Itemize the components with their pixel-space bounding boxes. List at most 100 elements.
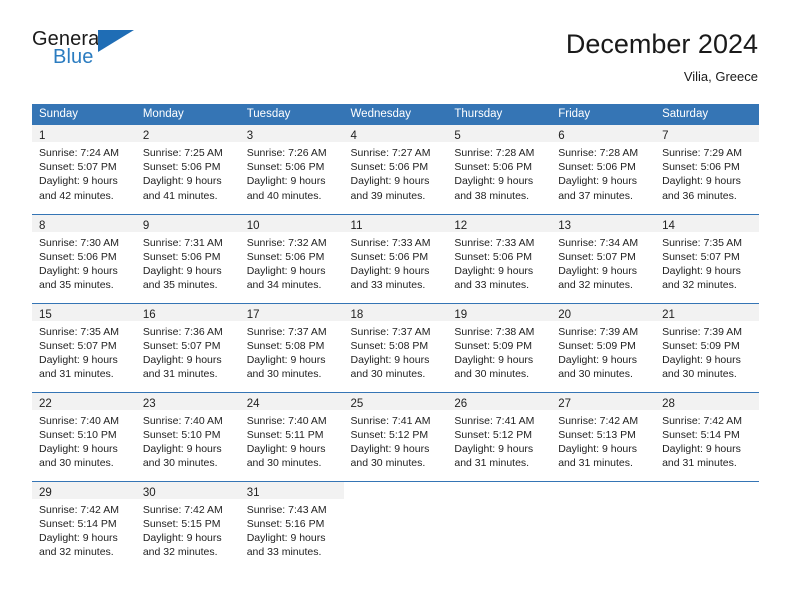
- daylight-text-line1: Daylight: 9 hours: [350, 175, 430, 188]
- day-cell[interactable]: 23 Sunrise: 7:40 AM Sunset: 5:10 PM Dayligh…: [135, 391, 240, 481]
- daylight-text-line2: and 34 minutes.: [246, 279, 322, 292]
- daylight-text-line2: and 30 minutes.: [350, 457, 426, 470]
- daylight-text-line1: Daylight: 9 hours: [246, 531, 326, 544]
- sunset-text: Sunset: 5:07 PM: [39, 161, 117, 174]
- day-number: 8: [39, 219, 46, 232]
- sunset-text: Sunset: 5:11 PM: [246, 428, 324, 441]
- sunrise-text: Sunrise: 7:34 AM: [558, 236, 639, 249]
- day-cell[interactable]: 12 Sunrise: 7:33 AM Sunset: 5:06 PM Dayligh…: [447, 213, 552, 303]
- day-cell[interactable]: 3 Sunrise: 7:26 AM Sunset: 5:06 PM Daylight…: [239, 125, 344, 214]
- day-cell[interactable]: 11 Sunrise: 7:33 AM Sunset: 5:06 PM Dayligh…: [343, 213, 448, 303]
- day-cell[interactable]: 18 Sunrise: 7:37 AM Sunset: 5:08 PM Dayligh…: [343, 302, 448, 392]
- daylight-text-line2: and 31 minutes.: [454, 457, 530, 470]
- sunset-text: Sunset: 5:07 PM: [558, 250, 636, 263]
- daylight-text-line2: and 42 minutes.: [39, 189, 114, 202]
- day-cell[interactable]: 8 Sunrise: 7:30 AM Sunset: 5:06 PM Daylight…: [32, 213, 136, 303]
- day-number: 30: [142, 486, 156, 499]
- daylight-text-line1: Daylight: 9 hours: [558, 264, 638, 277]
- daylight-text-line1: Daylight: 9 hours: [558, 175, 638, 188]
- daylight-text-line1: Daylight: 9 hours: [454, 442, 534, 455]
- week-row: 22 Sunrise: 7:40 AM Sunset: 5:10 PM Dayligh…: [32, 391, 759, 481]
- day-number: 6: [558, 130, 565, 142]
- day-cell[interactable]: 25 Sunrise: 7:41 AM Sunset: 5:12 PM Dayligh…: [343, 391, 448, 481]
- day-cell[interactable]: 16 Sunrise: 7:36 AM Sunset: 5:07 PM Dayligh…: [135, 302, 240, 392]
- day-cell[interactable]: 2 Sunrise: 7:25 AM Sunset: 5:06 PM Daylight…: [135, 125, 240, 214]
- sunrise-text: Sunrise: 7:24 AM: [39, 147, 119, 159]
- day-number: 21: [662, 308, 675, 321]
- daylight-text-line2: and 32 minutes.: [39, 546, 114, 559]
- sunset-text: Sunset: 5:12 PM: [454, 428, 533, 441]
- week-row: 29 Sunrise: 7:42 AM Sunset: 5:14 PM Dayligh…: [32, 480, 759, 570]
- daylight-text-line1: Daylight: 9 hours: [142, 353, 222, 366]
- daylight-text-line2: and 35 minutes.: [142, 279, 218, 292]
- calendar-body: 1 Sunrise: 7:24 AM Sunset: 5:07 PM Daylight…: [32, 125, 759, 570]
- day-cell[interactable]: 9 Sunrise: 7:31 AM Sunset: 5:06 PM Daylight…: [135, 213, 240, 303]
- day-cell[interactable]: 19 Sunrise: 7:38 AM Sunset: 5:09 PM Dayligh…: [447, 302, 552, 392]
- day-cell[interactable]: 31 Sunrise: 7:43 AM Sunset: 5:16 PM Dayligh…: [239, 480, 344, 570]
- day-cell[interactable]: 30 Sunrise: 7:42 AM Sunset: 5:15 PM Dayligh…: [135, 480, 240, 570]
- day-cell[interactable]: 4 Sunrise: 7:27 AM Sunset: 5:06 PM Daylight…: [343, 125, 448, 214]
- page-header: General Blue December 2024 Vilia, Greece: [0, 0, 792, 84]
- daylight-text-line1: Daylight: 9 hours: [39, 353, 118, 366]
- daylight-text-line2: and 33 minutes.: [454, 279, 530, 292]
- sunrise-text: Sunrise: 7:27 AM: [350, 147, 431, 159]
- day-cell[interactable]: 22 Sunrise: 7:40 AM Sunset: 5:10 PM Dayligh…: [32, 391, 136, 481]
- calendar-page: General Blue December 2024 Vilia, Greece…: [0, 0, 792, 612]
- day-cell-empty: [447, 480, 552, 570]
- day-cell[interactable]: 29 Sunrise: 7:42 AM Sunset: 5:14 PM Dayligh…: [32, 480, 136, 570]
- day-cell[interactable]: 21 Sunrise: 7:39 AM Sunset: 5:09 PM Dayligh…: [655, 302, 759, 392]
- day-number: 9: [142, 219, 150, 232]
- day-number: 7: [662, 130, 669, 142]
- daylight-text-line2: and 32 minutes.: [558, 279, 633, 292]
- daylight-text-line1: Daylight: 9 hours: [558, 442, 638, 455]
- day-number: 4: [350, 130, 357, 142]
- day-cell[interactable]: 14 Sunrise: 7:35 AM Sunset: 5:07 PM Dayligh…: [655, 213, 759, 303]
- daylight-text-line1: Daylight: 9 hours: [246, 175, 326, 188]
- daylight-text-line1: Daylight: 9 hours: [142, 442, 222, 455]
- daylight-text-line1: Daylight: 9 hours: [662, 175, 741, 188]
- day-number: 27: [558, 397, 572, 410]
- daylight-text-line2: and 38 minutes.: [454, 189, 530, 202]
- daylight-text-line2: and 40 minutes.: [246, 189, 322, 202]
- day-cell[interactable]: 7 Sunrise: 7:29 AM Sunset: 5:06 PM Daylight…: [655, 125, 759, 214]
- day-number: 31: [246, 486, 260, 499]
- day-number: 25: [350, 397, 364, 410]
- daylight-text-line1: Daylight: 9 hours: [142, 531, 222, 544]
- day-cell[interactable]: 6 Sunrise: 7:28 AM Sunset: 5:06 PM Daylight…: [551, 125, 656, 214]
- daylight-text-line2: and 35 minutes.: [39, 279, 114, 292]
- sunrise-text: Sunrise: 7:42 AM: [662, 414, 743, 427]
- sunset-text: Sunset: 5:13 PM: [558, 428, 636, 441]
- daylight-text-line2: and 30 minutes.: [142, 457, 218, 470]
- day-cell[interactable]: 27 Sunrise: 7:42 AM Sunset: 5:13 PM Dayligh…: [551, 391, 656, 481]
- daylight-text-line2: and 37 minutes.: [558, 189, 633, 202]
- day-cell[interactable]: 15 Sunrise: 7:35 AM Sunset: 5:07 PM Dayligh…: [32, 302, 136, 392]
- weekday-header-sunday: Sunday: [32, 104, 136, 125]
- sunrise-text: Sunrise: 7:41 AM: [454, 414, 535, 427]
- sunrise-text: Sunrise: 7:33 AM: [350, 236, 431, 249]
- day-cell-empty: [551, 480, 656, 570]
- weekday-header-saturday: Saturday: [655, 104, 759, 125]
- sunset-text: Sunset: 5:06 PM: [246, 250, 325, 263]
- day-cell[interactable]: 10 Sunrise: 7:32 AM Sunset: 5:06 PM Dayligh…: [239, 213, 344, 303]
- daylight-text-line2: and 32 minutes.: [142, 546, 218, 559]
- sunrise-text: Sunrise: 7:39 AM: [662, 325, 743, 338]
- calendar-table: Sunday Monday Tuesday Wednesday Thursday…: [32, 104, 759, 570]
- sunrise-text: Sunrise: 7:31 AM: [142, 236, 223, 249]
- weekday-header-thursday: Thursday: [447, 104, 552, 125]
- sunrise-text: Sunrise: 7:38 AM: [454, 325, 535, 338]
- day-number: 29: [39, 486, 52, 499]
- sunset-text: Sunset: 5:07 PM: [142, 339, 221, 352]
- day-cell[interactable]: 1 Sunrise: 7:24 AM Sunset: 5:07 PM Daylight…: [32, 125, 136, 214]
- day-number: 22: [39, 397, 52, 410]
- brand-logo[interactable]: General Blue: [32, 28, 144, 76]
- daylight-text-line1: Daylight: 9 hours: [246, 353, 326, 366]
- day-cell[interactable]: 17 Sunrise: 7:37 AM Sunset: 5:08 PM Dayligh…: [239, 302, 344, 392]
- day-cell[interactable]: 5 Sunrise: 7:28 AM Sunset: 5:06 PM Daylight…: [447, 125, 552, 214]
- day-cell[interactable]: 20 Sunrise: 7:39 AM Sunset: 5:09 PM Dayligh…: [551, 302, 656, 392]
- daylight-text-line2: and 33 minutes.: [350, 279, 426, 292]
- day-cell[interactable]: 24 Sunrise: 7:40 AM Sunset: 5:11 PM Dayligh…: [239, 391, 344, 481]
- sunset-text: Sunset: 5:09 PM: [454, 339, 533, 352]
- day-cell[interactable]: 28 Sunrise: 7:42 AM Sunset: 5:14 PM Dayligh…: [655, 391, 759, 481]
- day-cell[interactable]: 13 Sunrise: 7:34 AM Sunset: 5:07 PM Dayligh…: [551, 213, 656, 303]
- day-cell[interactable]: 26 Sunrise: 7:41 AM Sunset: 5:12 PM Dayligh…: [447, 391, 552, 481]
